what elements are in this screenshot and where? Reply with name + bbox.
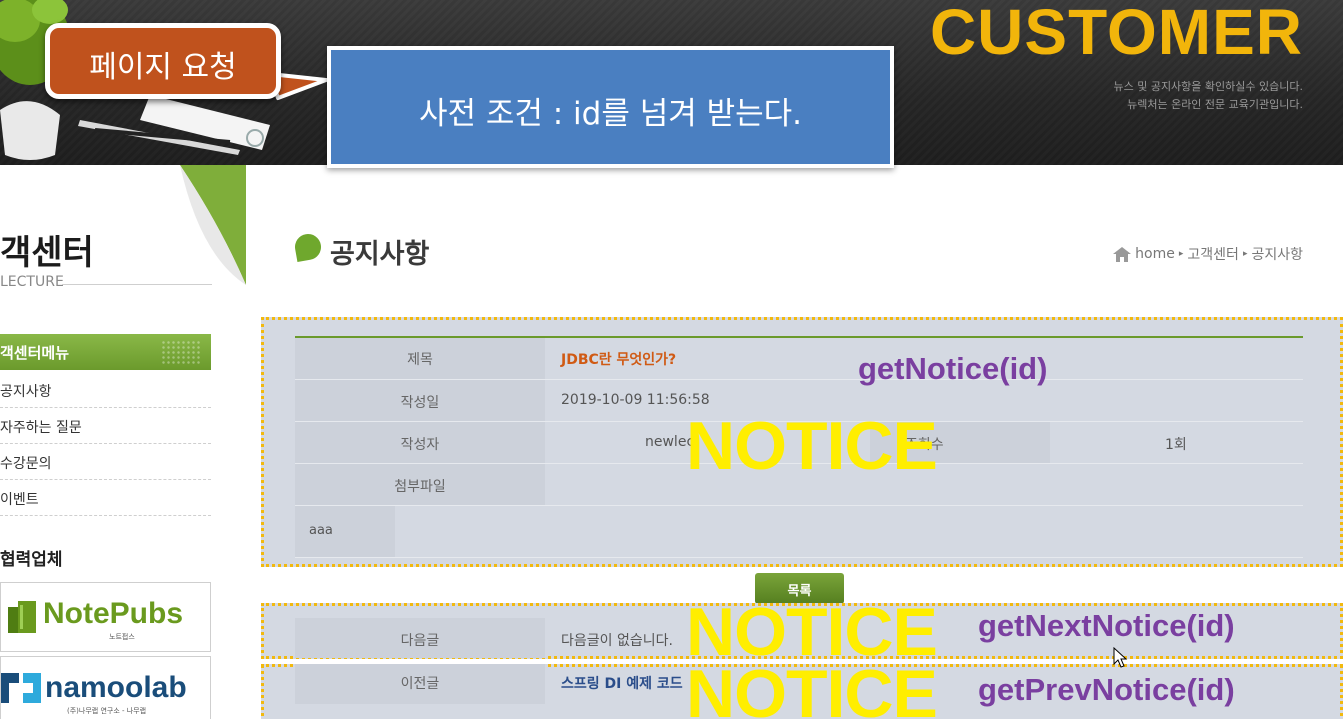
next-label: 다음글 xyxy=(400,633,440,649)
partner-sub: 노트펍스 xyxy=(109,633,135,641)
prev-notice-link[interactable]: 스프링 DI 예제 코드 xyxy=(561,673,683,693)
prev-notice-overlay-label: NOTICE xyxy=(686,656,938,719)
sidebar-menu-header: 객센터메뉴 xyxy=(0,334,211,370)
sidebar-divider xyxy=(62,284,212,285)
breadcrumb-notice: 공지사항 xyxy=(1251,247,1303,263)
screen: { "header": { "brand": "CUSTOMER", "bran… xyxy=(0,0,1343,719)
breadcrumb: home ▸ 고객센터 ▸ 공지사항 xyxy=(1113,244,1303,264)
prev-label: 이전글 xyxy=(400,676,440,692)
date-label: 작성일 xyxy=(400,395,440,411)
notice-title-row: 제목 JDBC란 무엇인가? xyxy=(295,338,1303,380)
partner-name: namoolab xyxy=(45,671,187,704)
sidebar-title: 객센터 xyxy=(0,233,94,273)
title-label: 제목 xyxy=(407,352,433,368)
breadcrumb-separator-icon: ▸ xyxy=(1242,249,1248,259)
precondition-callout: 사전 조건 : id를 넘겨 받는다. xyxy=(327,46,894,168)
partner-namoolab[interactable]: namoolab (주)나무랩 연구소 - 나무랩 xyxy=(0,656,211,719)
label-cell: 제목 xyxy=(295,338,545,379)
label-cell: 다음글 xyxy=(295,618,545,658)
partner-sub: (주)나무랩 연구소 - 나무랩 xyxy=(67,707,147,715)
sidebar-item-label: 수강문의 xyxy=(0,456,52,472)
notepubs-logo-icon xyxy=(8,601,36,633)
label-cell: 작성일 xyxy=(295,380,545,421)
notice-date-value: 2019-10-09 11:56:58 xyxy=(561,392,710,408)
get-next-notice-annotation: getNextNotice(id) xyxy=(978,608,1235,643)
sidebar-subtitle: LECTURE xyxy=(0,274,64,290)
page-request-callout: 페이지 요청 xyxy=(45,23,281,99)
precondition-text: 사전 조건 : id를 넘겨 받는다. xyxy=(418,96,803,132)
partner-notepubs[interactable]: NotePubs 노트펍스 xyxy=(0,582,211,652)
brand-subtitle-1: 뉴스 및 공지사항을 확인하실수 있습니다. xyxy=(1113,80,1303,93)
label-cell: 첨부파일 xyxy=(295,464,545,505)
sidebar-item-label: 이벤트 xyxy=(0,492,39,508)
dot-pattern xyxy=(161,340,201,364)
get-notice-annotation: getNotice(id) xyxy=(858,351,1048,386)
sidebar-menu-header-label: 객센터메뉴 xyxy=(0,344,70,362)
get-prev-notice-annotation: getPrevNotice(id) xyxy=(978,672,1235,707)
sidebar-item-notice[interactable]: 공지사항 xyxy=(0,372,211,408)
breadcrumb-home[interactable]: home xyxy=(1135,246,1175,262)
namoolab-logo-icon xyxy=(1,673,41,703)
brand-subtitle-2: 뉴렉처는 온라인 전문 교육기관입니다. xyxy=(1127,98,1303,111)
page-title: 공지사항 xyxy=(330,239,430,270)
sidebar-item-event[interactable]: 이벤트 xyxy=(0,480,211,516)
notice-overlay-label: NOTICE xyxy=(686,408,938,484)
label-cell: 이전글 xyxy=(295,664,545,704)
brand-title: CUSTOMER xyxy=(929,0,1303,68)
notice-content-row: aaa xyxy=(295,506,1303,558)
breadcrumb-separator-icon: ▸ xyxy=(1178,249,1184,259)
sidebar-page-curl xyxy=(180,165,246,285)
mouse-cursor-icon xyxy=(1113,647,1128,668)
notice-views-value: 1회 xyxy=(1165,437,1187,453)
notice-title-value: JDBC란 무엇인가? xyxy=(561,352,677,368)
partners-title: 협력업체 xyxy=(0,550,63,570)
breadcrumb-customer-center[interactable]: 고객센터 xyxy=(1187,244,1239,264)
home-icon xyxy=(1113,246,1132,262)
attachment-label: 첨부파일 xyxy=(394,479,446,495)
sidebar-item-label: 공지사항 xyxy=(0,384,52,400)
writer-label: 작성자 xyxy=(400,437,440,453)
next-notice-value: 다음글이 없습니다. xyxy=(561,633,673,649)
label-cell: 작성자 xyxy=(295,422,545,463)
notice-content: aaa xyxy=(309,523,333,538)
sidebar-item-inquiry[interactable]: 수강문의 xyxy=(0,444,211,480)
partner-name: NotePubs xyxy=(43,597,184,630)
page-request-text: 페이지 요청 xyxy=(89,50,237,85)
sidebar-item-label: 자주하는 질문 xyxy=(0,420,82,436)
sidebar-item-faq[interactable]: 자주하는 질문 xyxy=(0,408,211,444)
